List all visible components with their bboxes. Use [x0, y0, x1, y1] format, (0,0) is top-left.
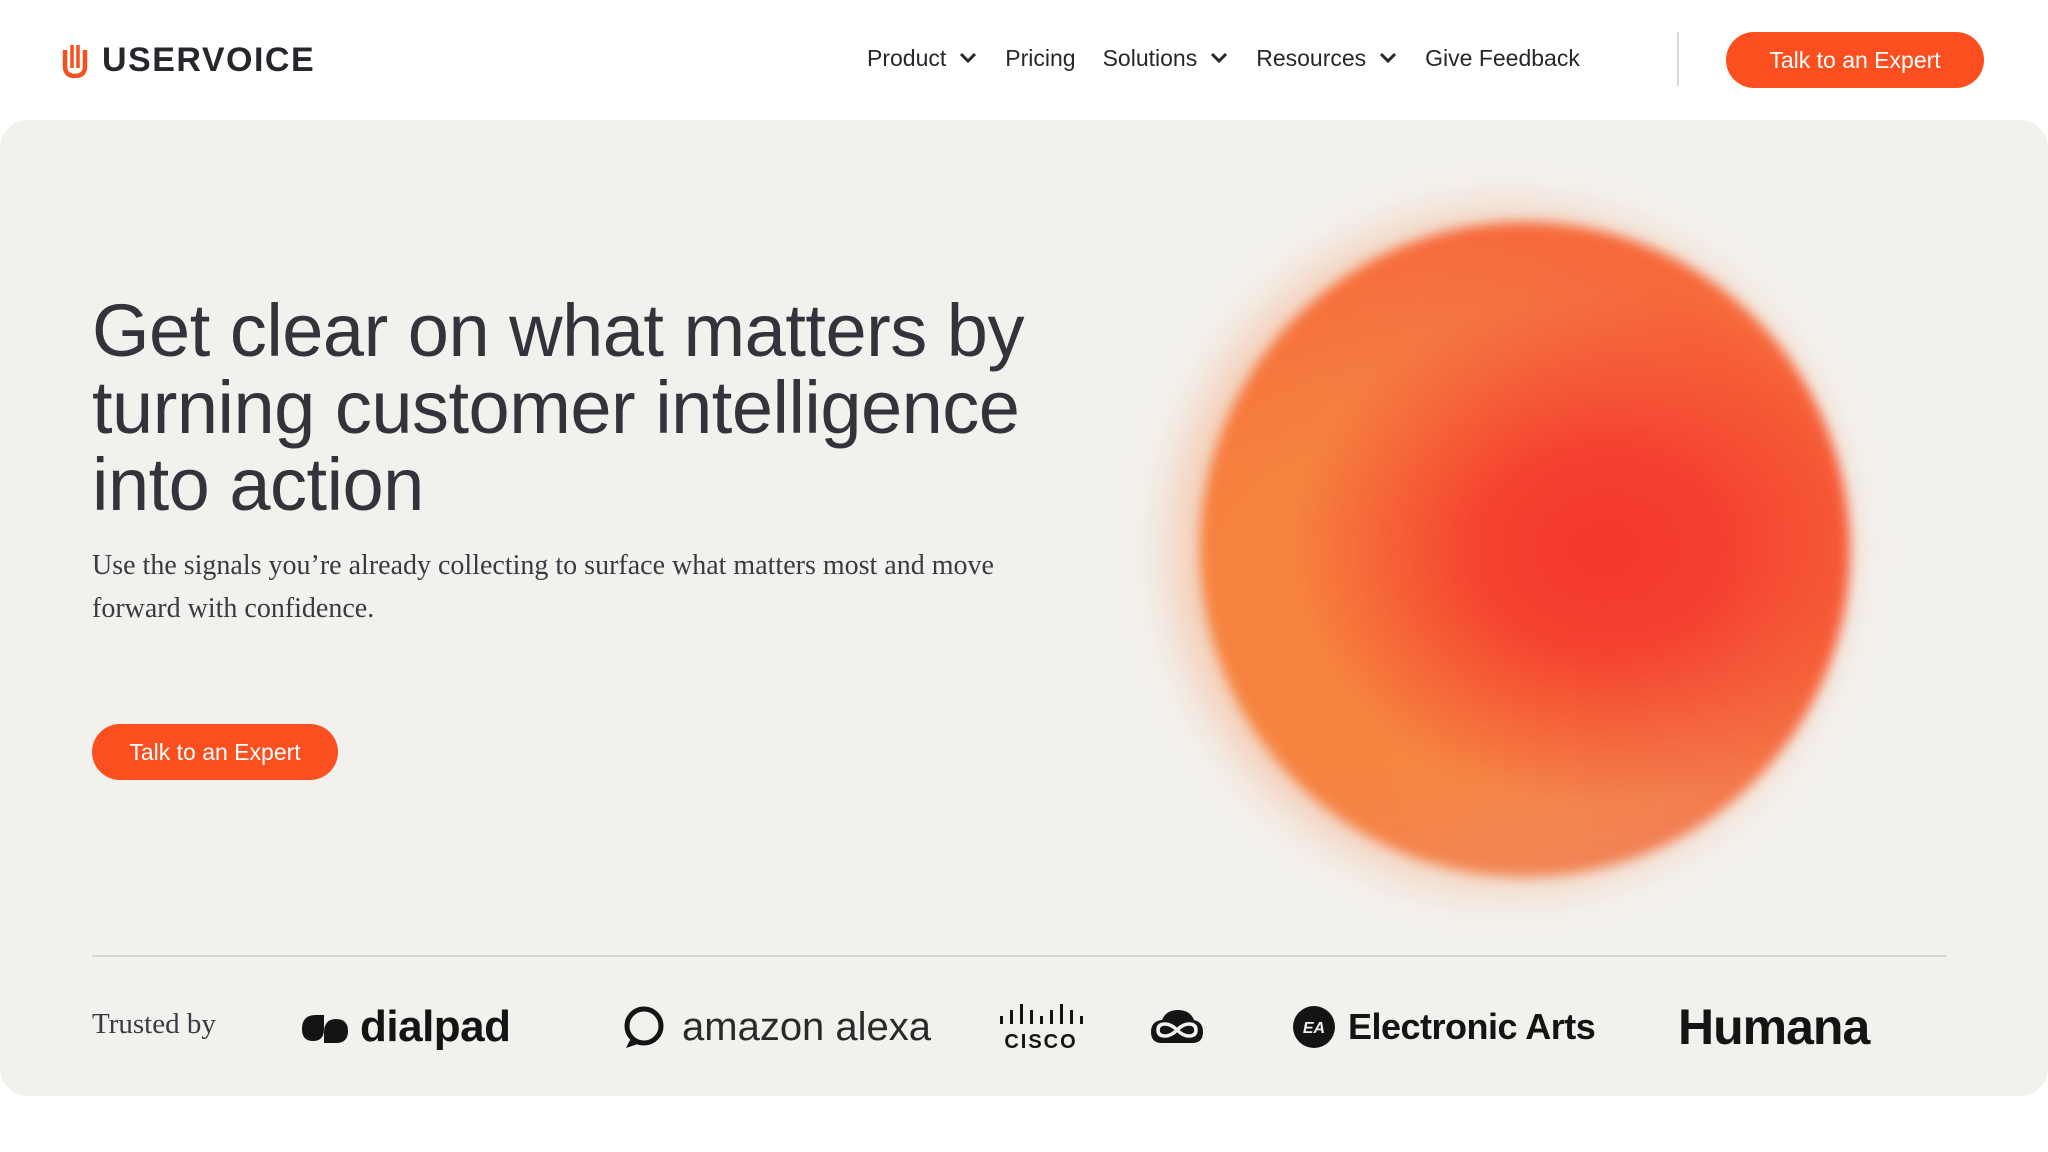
customer-logos: dialpad amazon alexa CISCO EA Electronic…	[0, 992, 2048, 1062]
logo-text: dialpad	[360, 1002, 511, 1051]
cisco-bars-icon: CISCO	[1000, 1004, 1083, 1052]
hero-gradient-orb	[1190, 210, 1890, 900]
humana-logo: Humana	[1678, 992, 1870, 1062]
dialpad-logo: dialpad	[298, 992, 511, 1062]
alexa-ring-icon	[624, 1006, 664, 1048]
dialpad-icon	[302, 1015, 348, 1043]
nav-item-label: Product	[867, 44, 947, 71]
nav-item-solutions[interactable]: Solutions	[1103, 45, 1230, 72]
nav-item-product[interactable]: Product	[867, 45, 978, 72]
ea-badge-text: EA	[1303, 1020, 1325, 1037]
nav-item-label: Pricing	[1005, 44, 1076, 71]
creative-cloud-icon	[1151, 1010, 1203, 1043]
logo-text: CISCO	[1004, 1031, 1077, 1052]
chevron-down-icon	[1211, 52, 1228, 64]
electronic-arts-logo: EA Electronic Arts	[1292, 992, 1596, 1062]
uservoice-logo[interactable]: USERVOICE	[62, 40, 315, 80]
section-divider	[92, 955, 1946, 957]
nav-item-pricing[interactable]: Pricing	[1005, 45, 1075, 72]
hero-talk-to-expert-button[interactable]: Talk to an Expert	[92, 724, 338, 780]
hero-headline: Get clear on what matters by turning cus…	[92, 289, 1024, 526]
nav-item-resources[interactable]: Resources	[1256, 45, 1398, 72]
logo-text: Humana	[1678, 999, 1870, 1055]
chevron-down-icon	[1380, 52, 1397, 64]
cisco-logo: CISCO	[998, 992, 1084, 1062]
nav-item-label: Give Feedback	[1425, 44, 1580, 71]
gradient-orb-shape	[1200, 222, 1850, 877]
top-navigation: USERVOICE Product Pricing Solutions Reso…	[0, 0, 2048, 120]
amazon-alexa-logo: amazon alexa	[622, 992, 931, 1062]
chevron-down-icon	[960, 52, 977, 64]
talk-to-expert-button[interactable]: Talk to an Expert	[1726, 32, 1984, 88]
brand-name: USERVOICE	[102, 40, 316, 79]
hero-subhead: Use the signals you’re already collectin…	[92, 550, 994, 624]
creative-cloud-logo	[1148, 992, 1206, 1062]
main-menu: Product Pricing Solutions Resources Give…	[867, 38, 1607, 78]
logo-text: amazon alexa	[682, 1004, 932, 1049]
nav-item-label: Resources	[1256, 44, 1367, 71]
nav-item-give-feedback[interactable]: Give Feedback	[1425, 45, 1580, 72]
ea-badge-icon: EA	[1293, 1006, 1335, 1048]
nav-divider	[1677, 32, 1679, 86]
hero-section: Get clear on what matters by turning cus…	[0, 120, 2048, 1096]
logo-text: Electronic Arts	[1348, 1006, 1596, 1047]
uservoice-logo-icon	[62, 45, 88, 78]
nav-item-label: Solutions	[1102, 44, 1198, 71]
